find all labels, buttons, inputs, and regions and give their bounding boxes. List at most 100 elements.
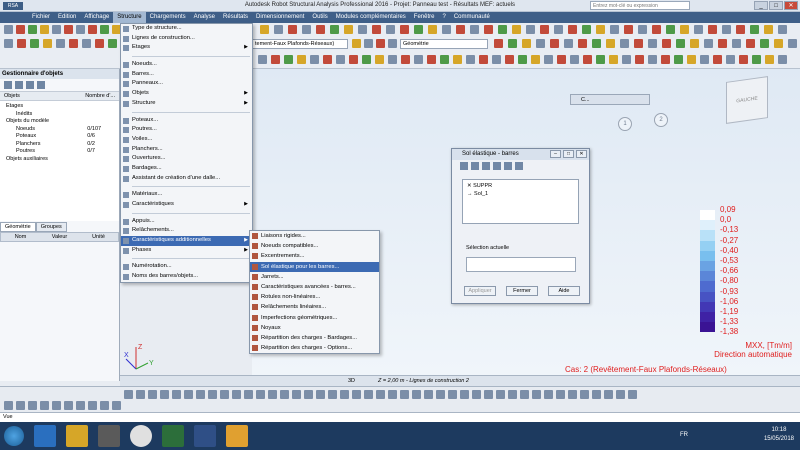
structure-menu-item[interactable]: Barres...: [121, 70, 252, 80]
toolbar-icon[interactable]: [436, 390, 445, 399]
toolbar-icon[interactable]: [750, 25, 759, 34]
structure-menu-item[interactable]: Phases ▶: [121, 246, 252, 256]
toolbar-icon[interactable]: [568, 390, 577, 399]
filter-icon[interactable]: [4, 81, 12, 89]
menu-11[interactable]: ?: [438, 12, 449, 23]
menu-0[interactable]: Fichier: [28, 12, 54, 23]
selection-input[interactable]: [466, 257, 576, 272]
toolbar-icon[interactable]: [554, 25, 563, 34]
help-icon[interactable]: [37, 81, 45, 89]
toolbar-icon[interactable]: [358, 25, 367, 34]
structure-menu-item[interactable]: Noms des barres/objets...: [121, 272, 252, 282]
toolbar-icon[interactable]: [582, 25, 591, 34]
command-line[interactable]: Vue: [0, 412, 800, 422]
toolbar-icon[interactable]: [352, 390, 361, 399]
toolbar-icon[interactable]: [244, 390, 253, 399]
structure-menu-item[interactable]: Voiles...: [121, 135, 252, 145]
toolbar-icon[interactable]: [442, 25, 451, 34]
toolbar-icon[interactable]: [662, 39, 671, 48]
tree-item[interactable]: Poteaux 0/6: [2, 133, 117, 141]
toolbar-icon[interactable]: [765, 55, 774, 64]
menu-9[interactable]: Modules complémentaires: [332, 12, 410, 23]
toolbar-icon[interactable]: [596, 55, 605, 64]
dialog-close-button[interactable]: ✕: [576, 150, 587, 158]
submenu-item[interactable]: Sol élastique pour les barres...: [250, 261, 379, 272]
toolbar-icon[interactable]: [704, 39, 713, 48]
structure-menu-item[interactable]: Matériaux...: [121, 190, 252, 200]
submenu-item[interactable]: Jarrets...: [250, 272, 379, 282]
toolbar-icon[interactable]: [778, 25, 787, 34]
toolbar-icon[interactable]: [484, 390, 493, 399]
toolbar-icon[interactable]: [556, 390, 565, 399]
toolbar-icon[interactable]: [280, 390, 289, 399]
submenu-item[interactable]: Noyaux: [250, 323, 379, 333]
toolbar-icon[interactable]: [456, 25, 465, 34]
menu-3[interactable]: Structure: [113, 12, 146, 23]
toolbar-icon[interactable]: [292, 390, 301, 399]
structure-menu-item[interactable]: Lignes de construction...: [121, 34, 252, 44]
menu-5[interactable]: Analyse: [190, 12, 219, 23]
list-item[interactable]: → Sol_1: [467, 190, 574, 198]
toolbar-icon[interactable]: [100, 25, 109, 34]
tree-item[interactable]: Poutres 0/7: [2, 148, 117, 156]
toolbar-icon[interactable]: [323, 55, 332, 64]
close-dialog-button[interactable]: Fermer: [506, 286, 538, 296]
toolbar-icon[interactable]: [624, 25, 633, 34]
toolbar-icon[interactable]: [648, 39, 657, 48]
help-button[interactable]: Aide: [548, 286, 580, 296]
toolbar-icon[interactable]: [522, 39, 531, 48]
tree-item[interactable]: Objets auxiliaires: [2, 156, 117, 164]
toolbar-icon[interactable]: [184, 390, 193, 399]
structure-menu-item[interactable]: Relâchements...: [121, 226, 252, 236]
tab-geometry[interactable]: Géométrie: [0, 222, 36, 232]
toolbar-icon[interactable]: [364, 390, 373, 399]
menu-1[interactable]: Edition: [54, 12, 80, 23]
toolbar-icon[interactable]: [112, 401, 121, 410]
toolbar-icon[interactable]: [428, 25, 437, 34]
toolbar-icon[interactable]: [453, 55, 462, 64]
toolbar-icon[interactable]: [148, 390, 157, 399]
toolbar-icon[interactable]: [628, 390, 637, 399]
toolbar-icon[interactable]: [676, 39, 685, 48]
toolbar-icon[interactable]: [4, 25, 13, 34]
toolbar-icon[interactable]: [592, 39, 601, 48]
toolbar-icon[interactable]: [512, 25, 521, 34]
toolbar-icon[interactable]: [69, 39, 78, 48]
explorer-icon[interactable]: [66, 425, 88, 447]
submenu-item[interactable]: Imperfections géométriques...: [250, 313, 379, 323]
toolbar-icon[interactable]: [336, 55, 345, 64]
submenu-item[interactable]: Caractéristiques avancées - barres...: [250, 282, 379, 292]
submenu-item[interactable]: Excentrements...: [250, 251, 379, 261]
toolbar-icon[interactable]: [498, 25, 507, 34]
toolbar-icon[interactable]: [330, 25, 339, 34]
toolbar-icon[interactable]: [557, 55, 566, 64]
toolbar-icon[interactable]: [352, 39, 361, 48]
tree-item[interactable]: Etages: [2, 103, 117, 111]
tree-item[interactable]: Inédits: [2, 111, 117, 119]
toolbar-icon[interactable]: [610, 25, 619, 34]
list-view-icon[interactable]: [482, 162, 490, 170]
toolbar-icon[interactable]: [674, 55, 683, 64]
menu-2[interactable]: Affichage: [80, 12, 113, 23]
toolbar-icon[interactable]: [788, 39, 797, 48]
robot-taskbar-icon[interactable]: [226, 425, 248, 447]
robot-app-icon[interactable]: RSA: [3, 2, 23, 10]
toolbar-icon[interactable]: [713, 55, 722, 64]
toolbar-icon[interactable]: [4, 39, 13, 48]
toolbar-icon[interactable]: [726, 55, 735, 64]
toolbar-icon[interactable]: [76, 25, 85, 34]
toolbar-icon[interactable]: [208, 390, 217, 399]
toolbar-icon[interactable]: [196, 390, 205, 399]
delete-icon[interactable]: [471, 162, 479, 170]
maximize-button[interactable]: □: [769, 1, 783, 10]
toolbar-icon[interactable]: [687, 55, 696, 64]
toolbar-icon[interactable]: [508, 39, 517, 48]
tree-item[interactable]: Objets du modèle: [2, 118, 117, 126]
toolbar-icon[interactable]: [666, 25, 675, 34]
submenu-item[interactable]: Relâchements linéaires...: [250, 302, 379, 312]
structure-menu-item[interactable]: Panneaux...: [121, 79, 252, 89]
toolbar-icon[interactable]: [609, 55, 618, 64]
toolbar-icon[interactable]: [108, 39, 117, 48]
toolbar-icon[interactable]: [694, 25, 703, 34]
toolbar-icon[interactable]: [232, 390, 241, 399]
